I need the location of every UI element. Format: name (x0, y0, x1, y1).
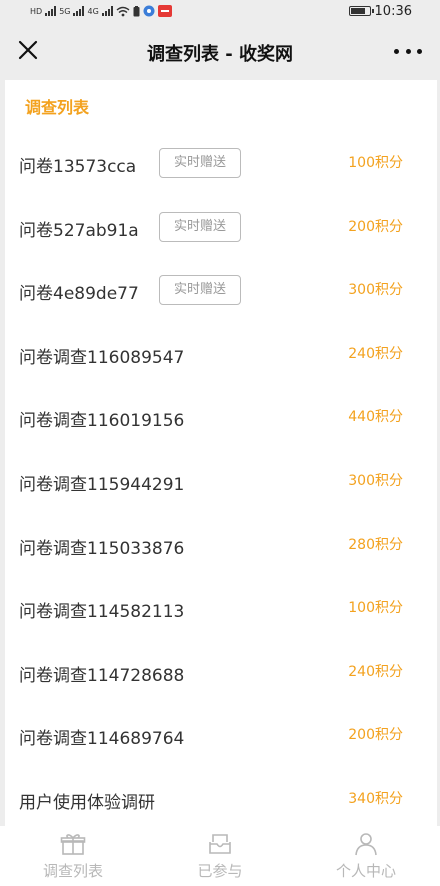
points-label: 340积分 (348, 790, 403, 807)
app-notification-icon (157, 5, 172, 17)
survey-list-panel: 调查列表 问卷13573cca 实时赠送 100积分 问卷527ab91a 实时… (5, 80, 437, 826)
list-item[interactable]: 问卷调查115944291 300积分 (5, 448, 437, 512)
survey-list: 问卷13573cca 实时赠送 100积分 问卷527ab91a 实时赠送 20… (5, 130, 437, 826)
section-title: 调查列表 (25, 98, 90, 117)
list-item[interactable]: 问卷13573cca 实时赠送 100积分 (5, 130, 437, 194)
tab-personal-center[interactable]: 个人中心 (293, 826, 439, 886)
tab-label: 个人中心 (335, 862, 396, 880)
points-label: 200积分 (348, 727, 403, 744)
points-label: 240积分 (348, 345, 403, 362)
list-item[interactable]: 问卷调查115033876 280积分 (5, 512, 437, 576)
nav-bar: 调查列表 - 收奖网 (0, 22, 440, 80)
user-icon (355, 833, 377, 856)
network-4g-label: 4G (87, 6, 99, 16)
list-item[interactable]: 问卷调查116019156 440积分 (5, 384, 437, 448)
phone-battery-icon (133, 5, 140, 16)
points-label: 300积分 (348, 472, 403, 489)
list-item[interactable]: 问卷调查114689764 200积分 (5, 702, 437, 766)
inbox-icon (209, 834, 231, 854)
status-bar: HD 5G 4G 10:36 (0, 0, 440, 22)
points-label: 100积分 (348, 600, 403, 617)
survey-name: 问卷4e89de77 (19, 284, 139, 305)
instant-gift-tag: 实时赠送 (159, 211, 241, 242)
instant-gift-tag: 实时赠送 (159, 148, 241, 178)
status-icons: HD 5G 4G (30, 2, 172, 20)
points-label: 100积分 (348, 155, 403, 171)
tab-label: 已参与 (197, 862, 243, 880)
survey-name: 问卷调查115944291 (19, 474, 185, 495)
survey-name: 问卷调查116019156 (19, 411, 185, 432)
app-notification-icon (143, 5, 155, 17)
survey-name: 用户使用体验调研 (19, 792, 155, 813)
instant-gift-tag: 实时赠送 (159, 275, 241, 306)
list-item[interactable]: 问卷调查114582113 100积分 (5, 575, 437, 639)
points-label: 240积分 (348, 663, 403, 680)
signal-icon (73, 6, 85, 16)
list-item[interactable]: 问卷527ab91a 实时赠送 200积分 (5, 194, 437, 258)
points-label: 280积分 (348, 536, 403, 553)
tab-label: 调查列表 (42, 862, 103, 880)
points-label: 300积分 (348, 282, 403, 299)
list-item[interactable]: 问卷调查114728688 240积分 (5, 639, 437, 703)
signal-icon (101, 6, 113, 16)
survey-name: 问卷13573cca (19, 157, 137, 177)
signal-icon (45, 6, 57, 16)
page-title: 调查列表 - 收奖网 (146, 44, 293, 65)
list-item[interactable]: 问卷调查116089547 240积分 (5, 321, 437, 385)
battery-icon (348, 6, 374, 16)
tab-survey-list[interactable]: 调查列表 (0, 826, 146, 886)
network-5g-label: 5G (59, 6, 71, 16)
survey-name: 问卷527ab91a (19, 220, 139, 241)
points-label: 200积分 (348, 218, 403, 235)
survey-name: 问卷调查114582113 (19, 602, 185, 623)
survey-name: 问卷调查114728688 (19, 665, 185, 686)
status-time: 10:36 (374, 3, 412, 19)
more-icon[interactable] (394, 41, 422, 61)
survey-name: 问卷调查114689764 (19, 729, 185, 750)
tab-bar: 调查列表 已参与 个人中心 (0, 826, 440, 886)
wifi-icon (116, 6, 130, 16)
hd-label: HD (30, 6, 43, 16)
survey-name: 问卷调查116089547 (19, 347, 185, 368)
tab-participated[interactable]: 已参与 (147, 826, 293, 886)
list-item[interactable]: 用户使用体验调研 340积分 (5, 766, 437, 826)
survey-name: 问卷调查115033876 (19, 538, 185, 559)
status-right: 10:36 (348, 2, 412, 20)
gift-icon (60, 834, 86, 855)
list-item[interactable]: 问卷4e89de77 实时赠送 300积分 (5, 257, 437, 321)
points-label: 440积分 (348, 409, 403, 426)
